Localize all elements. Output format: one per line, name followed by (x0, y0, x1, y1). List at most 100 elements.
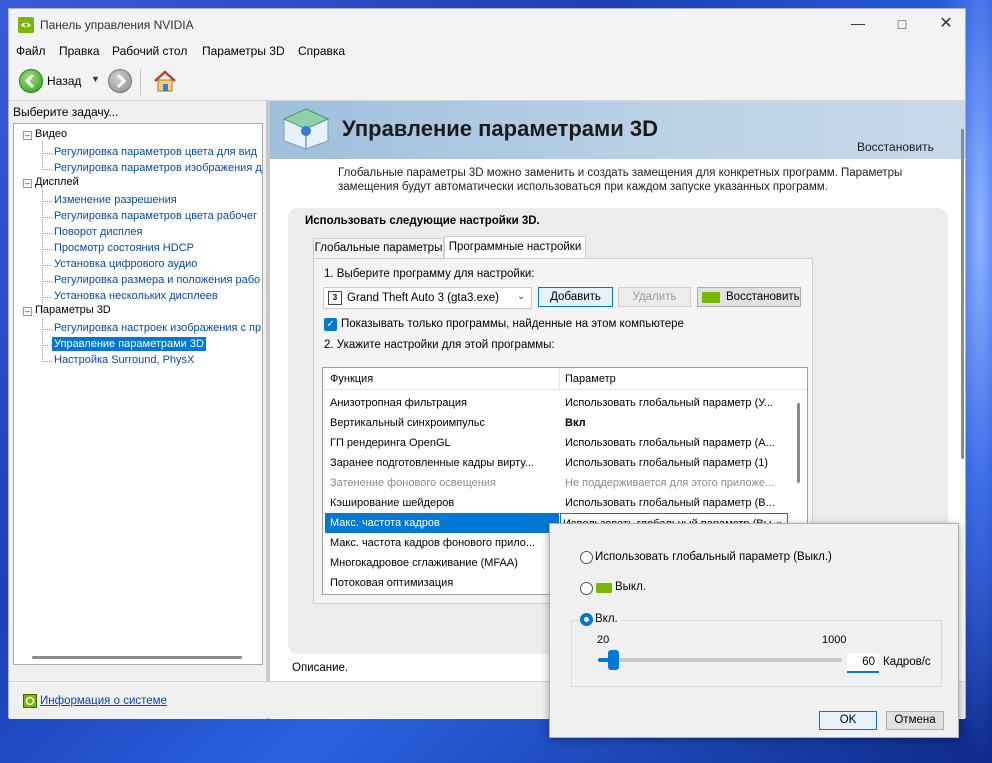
tree-line (42, 141, 43, 170)
task-tree: – Видео Регулировка параметров цвета для… (13, 123, 263, 665)
fps-slider-track (598, 658, 842, 662)
radio-use-global-label[interactable]: Использовать глобальный параметр (Выкл.) (595, 551, 832, 563)
collapse-display-icon[interactable]: – (23, 179, 32, 188)
grid-row-setting: Использовать глобальный параметр (В... (565, 497, 775, 509)
tree-item-video-image[interactable]: Регулировка параметров изображения д (54, 162, 262, 174)
chevron-down-icon: ⌄ (517, 291, 526, 302)
only-found-programs-checkbox[interactable]: ✓ (324, 318, 337, 331)
menu-file[interactable]: Файл (16, 44, 46, 58)
tree-line (42, 153, 52, 154)
tree-line (42, 201, 52, 202)
content-vscrollbar-thumb[interactable] (961, 129, 964, 459)
grid-row-setting: Использовать глобальный параметр (А... (565, 437, 775, 449)
menu-3d-settings[interactable]: Параметры 3D (202, 44, 285, 58)
grid-row-function: Затенение фонового освещения (330, 477, 496, 489)
grid-row[interactable]: Заранее подготовленные кадры вирту... Исп… (323, 453, 793, 473)
radio-off[interactable] (580, 582, 593, 595)
grid-row[interactable]: Кэширование шейдеров Использовать глобаль… (323, 493, 793, 513)
grid-vscrollbar-thumb[interactable] (797, 403, 800, 483)
ok-button[interactable]: OK (819, 711, 877, 730)
tree-item-surround-physx[interactable]: Настройка Surround, PhysX (54, 354, 194, 366)
tree-item-rotate-display[interactable]: Поворот дисплея (54, 226, 142, 238)
tree-item-digital-audio[interactable]: Установка цифрового аудио (54, 258, 197, 270)
slider-min-label: 20 (597, 634, 610, 646)
fps-slider[interactable] (598, 650, 842, 670)
grid-row-disabled[interactable]: Затенение фонового освещения Не поддержив… (323, 473, 793, 493)
tree-item-desktop-size[interactable]: Регулировка размера и положения рабо (54, 274, 260, 286)
settings-heading: Использовать следующие настройки 3D. (305, 215, 540, 227)
tree-category-video[interactable]: Видео (35, 128, 67, 140)
3d-cube-icon (282, 107, 330, 151)
step2-label: 2. Укажите настройки для этой программы: (324, 339, 555, 351)
tree-line (42, 317, 43, 362)
step1-label: 1. Выберите программу для настройки: (324, 268, 535, 280)
restore-defaults-link[interactable]: Восстановить (857, 140, 934, 154)
tree-line (42, 281, 52, 282)
tree-category-3d[interactable]: Параметры 3D (35, 304, 111, 316)
page-description: Глобальные параметры 3D можно заменить и… (338, 167, 903, 193)
grid-row[interactable]: ГП рендеринга OpenGL Использовать глобаль… (323, 433, 793, 453)
tab-program-label: Программные настройки (448, 241, 582, 253)
radio-off-label[interactable]: Выкл. (615, 581, 646, 593)
nvidia-logo-icon (18, 17, 34, 33)
collapse-video-icon[interactable]: – (23, 131, 32, 140)
grid-header: Функция Параметр (323, 368, 807, 390)
tree-category-display[interactable]: Дисплей (35, 176, 79, 188)
radio-on[interactable] (580, 613, 593, 626)
system-info-link[interactable]: Информация о системе (40, 695, 167, 707)
title-bar: Панель управления NVIDIA — □ ✕ (9, 9, 965, 41)
grid-row-function: Анизотропная фильтрация (330, 397, 467, 409)
minimize-icon[interactable]: — (845, 12, 871, 36)
tab-global-label: Глобальные параметры (314, 242, 443, 254)
close-icon[interactable]: ✕ (933, 12, 959, 36)
tree-item-manage-3d-settings[interactable]: Управление параметрами 3D (52, 337, 206, 351)
tree-line (42, 345, 52, 346)
maximize-icon[interactable]: □ (889, 12, 915, 36)
restore-program-button[interactable]: Восстановить (697, 287, 801, 307)
tree-item-desktop-color[interactable]: Регулировка параметров цвета рабочег (54, 210, 257, 222)
grid-header-setting: Параметр (565, 373, 616, 385)
tree-item-change-resolution[interactable]: Изменение разрешения (54, 194, 177, 206)
home-icon[interactable] (152, 69, 178, 93)
tree-line (42, 329, 52, 330)
radio-on-label[interactable]: Вкл. (595, 613, 621, 625)
tree-line (42, 169, 52, 170)
tree-line (42, 233, 52, 234)
page-title: Управление параметрами 3D (342, 116, 659, 141)
tab-program-settings[interactable]: Программные настройки (444, 236, 586, 258)
back-dropdown-icon[interactable]: ▼ (91, 74, 100, 84)
tree-hscrollbar-thumb[interactable] (32, 656, 242, 659)
nvidia-logo-icon (596, 583, 612, 593)
menu-desktop[interactable]: Рабочий стол (112, 44, 187, 58)
menu-edit[interactable]: Правка (59, 44, 100, 58)
grid-row[interactable]: Вертикальный синхроимпульс Вкл (323, 413, 793, 433)
tree-line (42, 361, 52, 362)
program-select[interactable]: 3 Grand Theft Auto 3 (gta3.exe) ⌄ (323, 287, 532, 309)
menu-help[interactable]: Справка (298, 44, 345, 58)
tree-item-3d-image-settings[interactable]: Регулировка настроек изображения с пр (54, 322, 261, 334)
back-label[interactable]: Назад (47, 74, 81, 88)
tab-global-settings[interactable]: Глобальные параметры (313, 238, 444, 258)
fps-value-input[interactable]: 60 (847, 653, 879, 673)
radio-use-global[interactable] (580, 551, 593, 564)
only-found-programs-label[interactable]: Показывать только программы, найденные н… (341, 318, 684, 330)
toolbar-divider (140, 69, 141, 95)
remove-program-button[interactable]: Удалить (618, 287, 691, 307)
grid-row-setting: Использовать глобальный параметр (У... (565, 397, 773, 409)
grid-row-function: Макс. частота кадров фонового прило... (330, 537, 536, 549)
tree-line (42, 217, 52, 218)
back-arrow-icon[interactable] (19, 69, 43, 93)
tree-item-video-color[interactable]: Регулировка параметров цвета для вид (54, 146, 257, 158)
tree-item-hdcp-status[interactable]: Просмотр состояния HDCP (54, 242, 194, 254)
fps-slider-thumb[interactable] (608, 650, 619, 670)
tree-item-multiple-displays[interactable]: Установка нескольких дисплеев (54, 290, 218, 302)
tree-line (42, 265, 52, 266)
grid-header-function: Функция (330, 373, 374, 385)
grid-row-function: Кэширование шейдеров (330, 497, 455, 509)
grid-row-setting: Вкл (565, 417, 586, 429)
grid-row[interactable]: Анизотропная фильтрация Использовать глоб… (323, 393, 793, 413)
cancel-button[interactable]: Отмена (886, 711, 944, 730)
forward-arrow-icon[interactable] (108, 69, 132, 93)
add-program-button[interactable]: Добавить (538, 287, 613, 307)
collapse-3d-icon[interactable]: – (23, 307, 32, 316)
